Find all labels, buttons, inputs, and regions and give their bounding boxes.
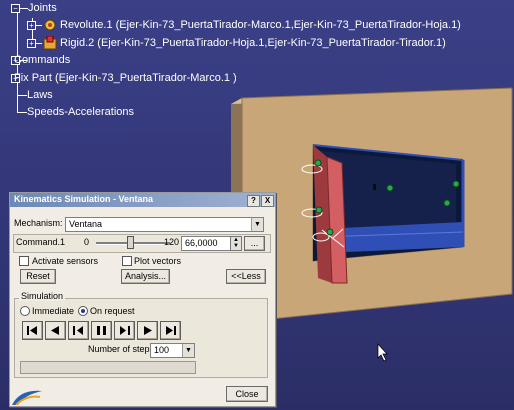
plot-vectors-label: Plot vectors xyxy=(134,256,182,266)
skip-to-end-button[interactable] xyxy=(160,321,181,340)
play-forward-icon xyxy=(144,326,152,335)
mechanism-select[interactable]: Ventana ▼ xyxy=(65,217,264,232)
more-button[interactable]: ... xyxy=(244,236,265,251)
pause-button[interactable] xyxy=(91,321,112,340)
skip-to-end-icon xyxy=(166,326,176,335)
step-forward-button[interactable] xyxy=(114,321,135,340)
activate-sensors-checkbox[interactable] xyxy=(19,256,29,266)
chevron-down-icon[interactable]: ▼ xyxy=(251,218,263,231)
mechanism-label: Mechanism: xyxy=(14,218,63,228)
dialog-title: Kinematics Simulation - Ventana xyxy=(14,194,154,204)
close-x-button[interactable]: X xyxy=(261,195,274,207)
plot-vectors-checkbox[interactable] xyxy=(122,256,132,266)
activate-sensors-label: Activate sensors xyxy=(32,256,99,266)
command-label: Command.1 xyxy=(16,237,66,247)
slider-max-label: 120 xyxy=(164,237,180,247)
skip-to-start-button[interactable] xyxy=(22,321,43,340)
close-button[interactable]: Close xyxy=(226,386,268,402)
on-request-radio[interactable] xyxy=(78,306,88,316)
help-button[interactable]: ? xyxy=(247,195,260,207)
immediate-label: Immediate xyxy=(32,306,75,316)
simulation-progress-bar xyxy=(20,361,196,374)
analysis-button[interactable]: Analysis... xyxy=(121,269,170,284)
simulation-group-label: Simulation xyxy=(19,291,66,301)
step-forward-icon xyxy=(120,326,130,335)
slider-min-label: 0 xyxy=(84,237,90,247)
dialog-titlebar[interactable]: Kinematics Simulation - Ventana ? X xyxy=(10,193,275,207)
command-value: 66,0000 xyxy=(185,238,218,248)
command-value-field[interactable]: 66,0000 xyxy=(181,236,232,251)
step-back-icon xyxy=(73,326,83,335)
less-button[interactable]: <<Less xyxy=(226,269,266,284)
step-back-button[interactable] xyxy=(45,321,66,340)
immediate-radio[interactable] xyxy=(20,306,30,316)
skip-to-start-icon xyxy=(27,326,37,335)
step-backward-button[interactable] xyxy=(68,321,89,340)
steps-select[interactable]: 100 ▼ xyxy=(150,343,195,358)
catia-logo-icon xyxy=(12,390,42,405)
play-backward-icon xyxy=(51,326,59,335)
spin-down-icon[interactable]: ▼ xyxy=(231,243,241,249)
reset-button[interactable]: Reset xyxy=(20,269,56,284)
mechanism-value: Ventana xyxy=(69,219,103,229)
play-forward-button[interactable] xyxy=(137,321,158,340)
on-request-label: On request xyxy=(90,306,135,316)
kinematics-simulation-dialog[interactable]: Kinematics Simulation - Ventana ? X Mech… xyxy=(9,192,276,407)
steps-value: 100 xyxy=(154,345,170,355)
command-slider-thumb[interactable] xyxy=(127,236,134,249)
pause-icon xyxy=(97,326,106,335)
small-handles xyxy=(373,184,376,190)
mouse-cursor-icon xyxy=(377,343,388,362)
steps-label: Number of steps: xyxy=(88,344,157,354)
chevron-down-icon[interactable]: ▼ xyxy=(182,344,194,357)
command-spinner[interactable]: ▲ ▼ xyxy=(230,236,242,251)
